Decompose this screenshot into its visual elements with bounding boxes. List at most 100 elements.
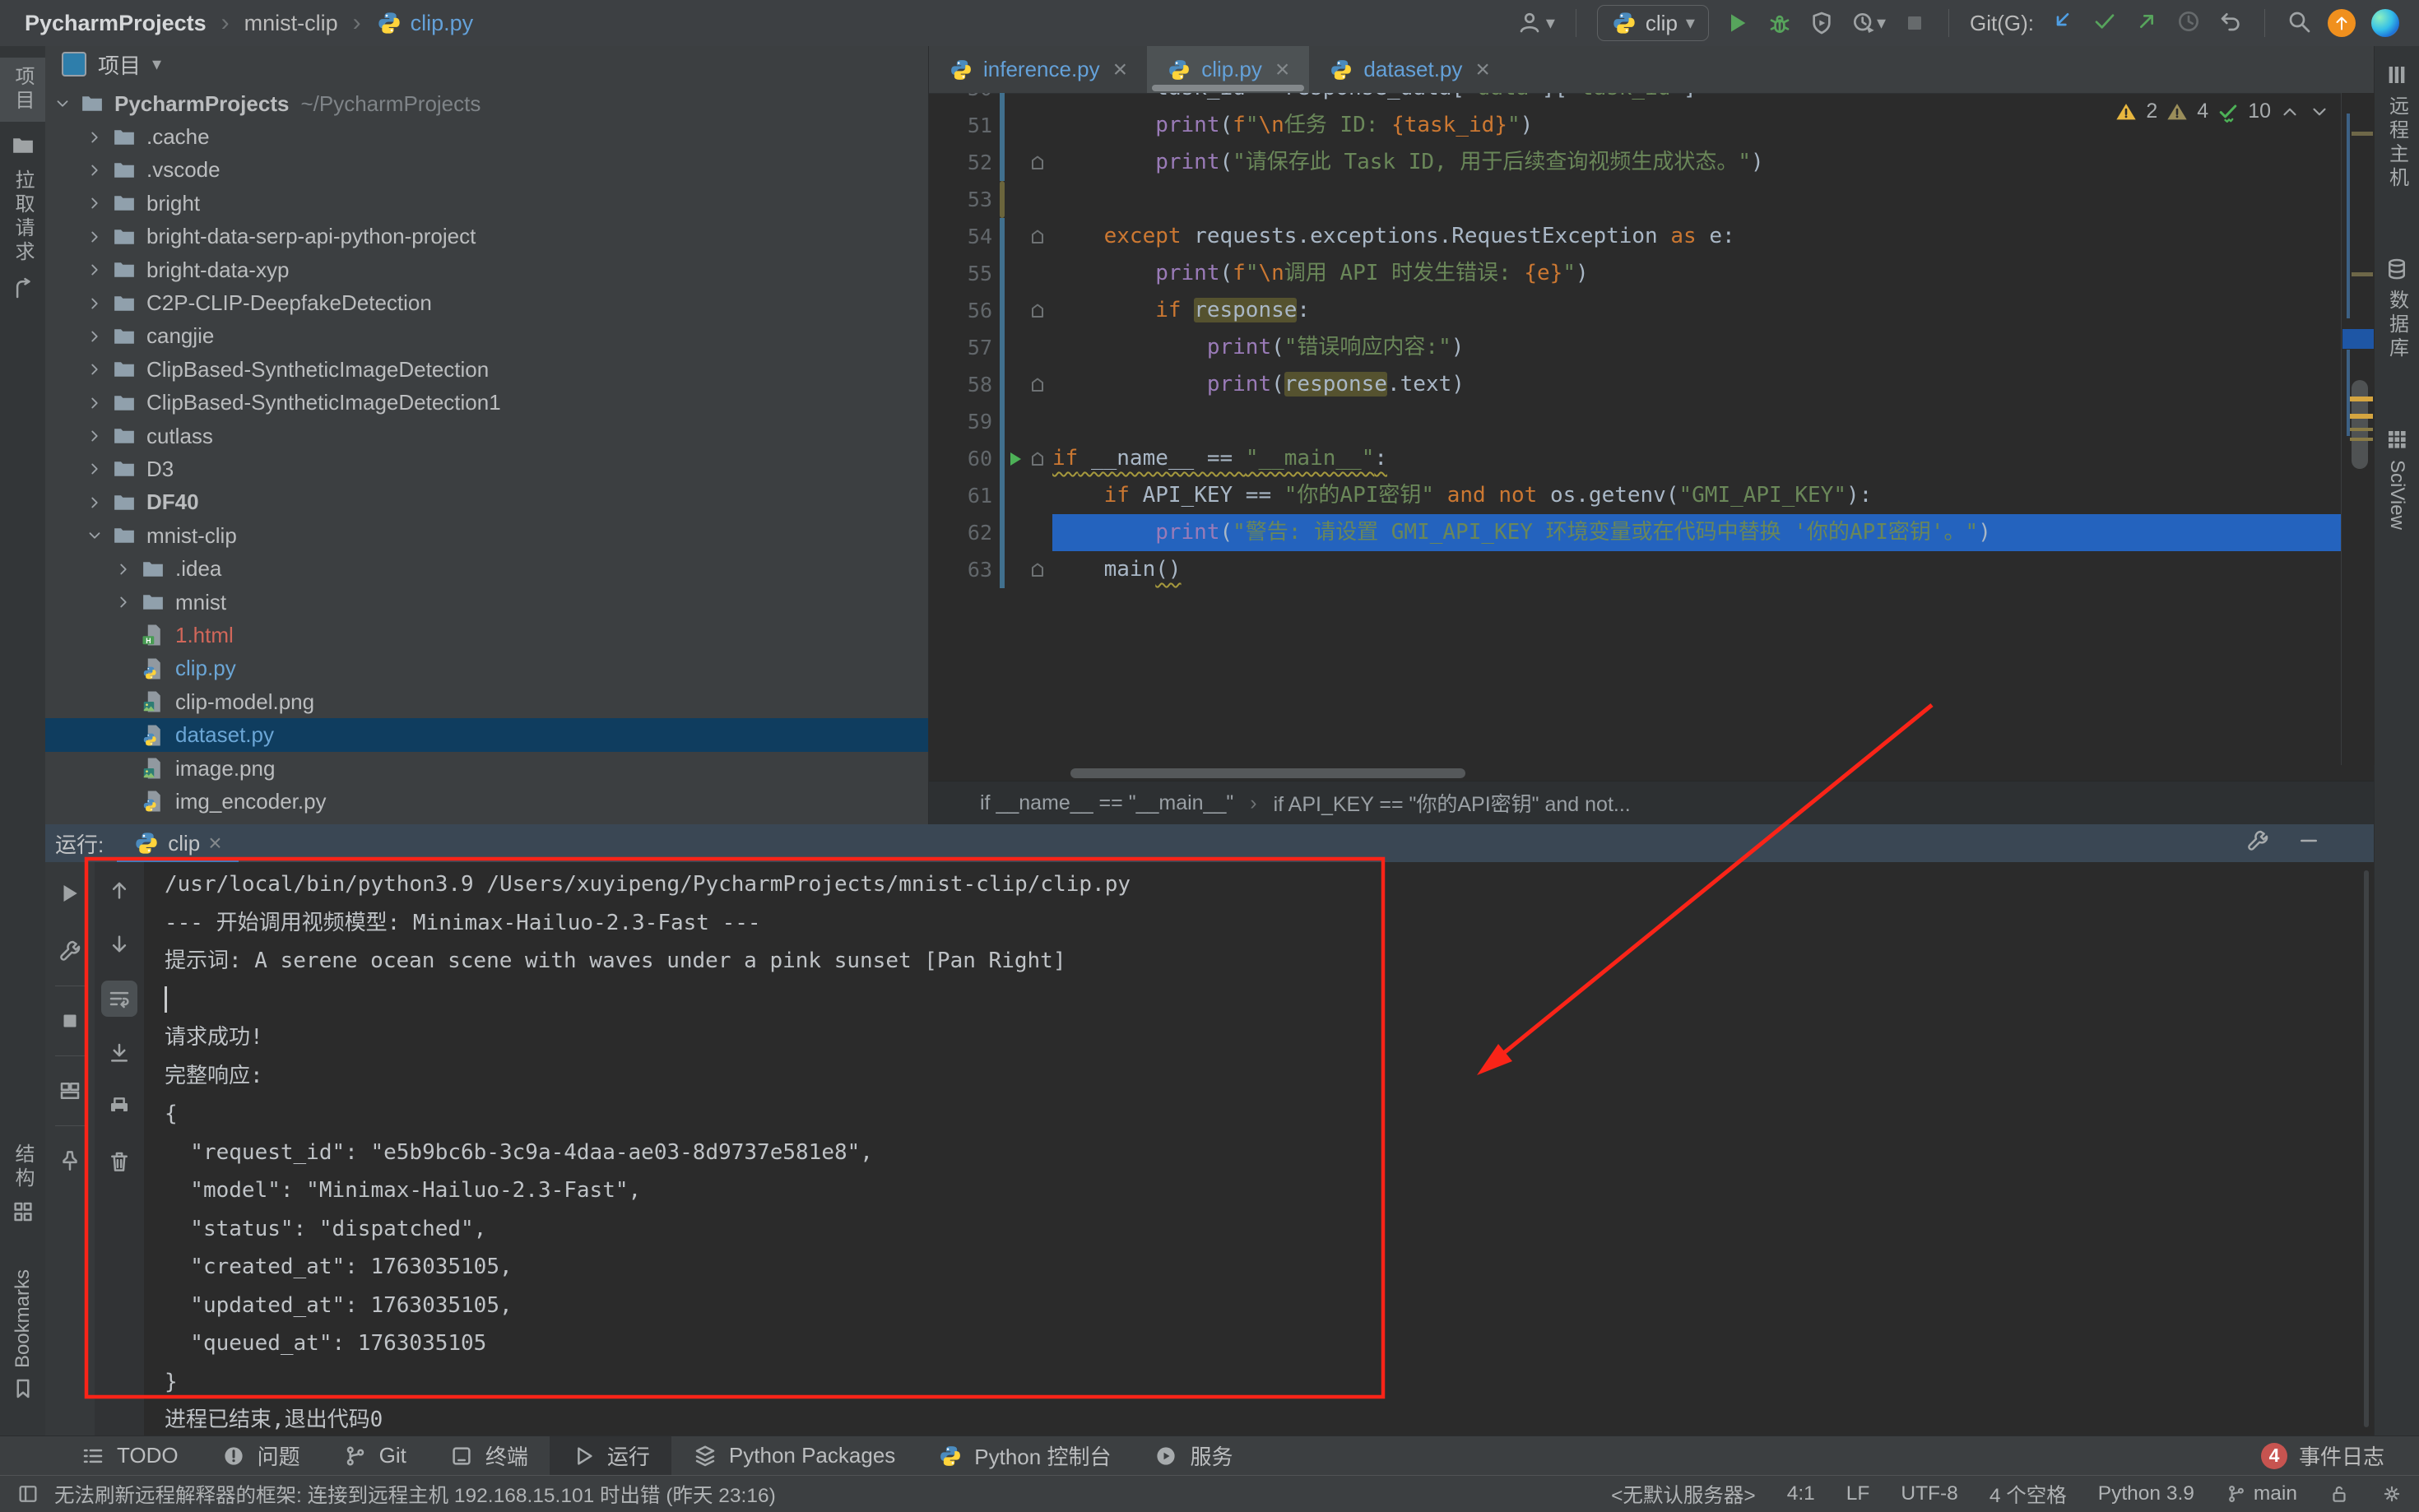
event-log-button[interactable]: 4 事件日志	[2261, 1436, 2419, 1475]
status-item-main[interactable]: main	[2226, 1482, 2297, 1505]
update-available-button[interactable]	[2328, 9, 2356, 37]
tree-chevron[interactable]	[111, 593, 136, 611]
tree-chevron[interactable]	[50, 95, 75, 113]
tab-clip.py[interactable]: clip.py×	[1147, 46, 1309, 93]
status-item-4:1[interactable]: 4:1	[1787, 1482, 1815, 1505]
sidebar-item-拉取请求[interactable]: 拉取请求	[8, 169, 37, 265]
tree-chevron[interactable]	[82, 295, 107, 313]
profiler-button[interactable]: ▾	[1850, 10, 1886, 36]
tree-item[interactable]: clip-model.png	[45, 685, 928, 718]
tree-item[interactable]: D3	[45, 452, 928, 485]
print-button[interactable]	[101, 1089, 137, 1125]
tree-item[interactable]: H1.html	[45, 619, 928, 652]
run-tab[interactable]: clip ×	[125, 824, 230, 862]
code-area[interactable]: 2410 50task_id = response_data["data"]["…	[929, 93, 2375, 765]
tree-item[interactable]: PycharmProjects~/PycharmProjects	[45, 87, 928, 120]
inspection-widget[interactable]: 2410	[2115, 100, 2330, 123]
sidebar-item-结构[interactable]: 结构	[8, 1143, 37, 1224]
minimize-button[interactable]	[2296, 828, 2321, 859]
sidebar-item-远程主机[interactable]: 远程主机	[2383, 63, 2412, 191]
down-button[interactable]	[101, 926, 137, 962]
tree-chevron[interactable]	[111, 560, 136, 578]
toolwindow-button-Python Packages[interactable]: Python Packages	[671, 1436, 917, 1475]
sidebar-item[interactable]	[11, 133, 35, 158]
tree-chevron[interactable]	[82, 394, 107, 412]
fold-marker-icon[interactable]	[1028, 227, 1047, 247]
update-project-button[interactable]	[2050, 8, 2076, 39]
tree-chevron[interactable]	[82, 327, 107, 346]
stop-button[interactable]	[52, 1003, 88, 1039]
run-line-icon[interactable]	[1005, 449, 1025, 469]
sidebar-item-SciView[interactable]: SciView	[2384, 427, 2409, 530]
tree-chevron[interactable]	[82, 460, 107, 478]
editor-scroll-marker-column[interactable]	[2341, 93, 2375, 765]
tree-item[interactable]: .vscode	[45, 154, 928, 187]
fold-marker-icon[interactable]	[1028, 153, 1047, 173]
tab-inference.py[interactable]: inference.py×	[929, 46, 1147, 93]
tree-item[interactable]: cangjie	[45, 320, 928, 353]
toolwindow-button-服务[interactable]: 服务	[1132, 1436, 1254, 1475]
rollback-button[interactable]	[2217, 8, 2244, 39]
status-item-Python 3.9[interactable]: Python 3.9	[2098, 1482, 2194, 1505]
status-item[interactable]	[2381, 1483, 2403, 1505]
run-console[interactable]: /usr/local/bin/python3.9 /Users/xuyipeng…	[144, 862, 2374, 1435]
tree-item[interactable]: mnist-clip	[45, 519, 928, 552]
tree-item[interactable]: ClipBased-SyntheticImageDetection1	[45, 387, 928, 420]
scroll-end-button[interactable]	[101, 1035, 137, 1071]
status-item[interactable]	[2328, 1483, 2350, 1505]
horizontal-scrollbar[interactable]	[929, 765, 2342, 782]
close-icon[interactable]: ×	[1275, 56, 1290, 84]
tree-item[interactable]: cutlass	[45, 420, 928, 452]
close-icon[interactable]: ×	[1475, 56, 1490, 84]
fold-marker-icon[interactable]	[1028, 301, 1047, 321]
tree-item[interactable]: ClipBased-SyntheticImageDetection	[45, 353, 928, 386]
tree-chevron[interactable]	[82, 427, 107, 445]
toolwindow-button-问题[interactable]: 问题	[200, 1436, 322, 1475]
tree-item[interactable]: image.png	[45, 752, 928, 785]
softwrap-button[interactable]	[101, 981, 137, 1017]
close-icon[interactable]: ×	[1113, 56, 1128, 84]
status-item-LF[interactable]: LF	[1846, 1482, 1870, 1505]
tree-chevron[interactable]	[82, 360, 107, 378]
breadcrumb-item[interactable]: if __name__ == "__main__"	[980, 791, 1233, 815]
up-button[interactable]	[101, 872, 137, 908]
push-button[interactable]	[2133, 8, 2160, 39]
tree-chevron[interactable]	[82, 161, 107, 179]
user-button[interactable]: ▾	[1516, 10, 1555, 36]
scrollbar-thumb[interactable]	[2352, 380, 2368, 469]
search-everywhere-button[interactable]	[2286, 8, 2312, 39]
toolwindow-button-终端[interactable]: 终端	[428, 1436, 550, 1475]
tree-item[interactable]: C2P-CLIP-DeepfakeDetection	[45, 286, 928, 319]
run-with-coverage-button[interactable]	[1808, 10, 1835, 36]
tree-chevron[interactable]	[82, 526, 107, 545]
tree-chevron[interactable]	[82, 494, 107, 512]
project-panel-header[interactable]: 项目 ▾	[45, 46, 928, 82]
sidebar-item[interactable]	[11, 276, 35, 301]
fold-marker-icon[interactable]	[1028, 560, 1047, 580]
sidebar-item-Bookmarks[interactable]: Bookmarks	[11, 1269, 35, 1401]
ai-assistant-button[interactable]	[2371, 9, 2399, 37]
tree-item[interactable]: .cache	[45, 120, 928, 153]
run-configuration-selector[interactable]: clip▾	[1597, 5, 1709, 41]
editor-breadcrumbs[interactable]: if __name__ == "__main__" › if API_KEY =…	[929, 781, 2375, 824]
trash-button[interactable]	[101, 1143, 137, 1180]
tab-dataset.py[interactable]: dataset.py×	[1309, 46, 1510, 93]
breadcrumb-item[interactable]: mnist-clip	[244, 11, 338, 36]
sidebar-item-项目[interactable]: 项目	[0, 58, 45, 122]
tree-item[interactable]: img_encoder.py	[45, 785, 928, 818]
commit-button[interactable]	[2092, 8, 2118, 39]
status-message-area[interactable]: 无法刷新远程解释器的框架: 连接到远程主机 192.168.15.101 时出错…	[16, 1480, 776, 1509]
settings-button[interactable]	[52, 933, 88, 969]
scrollbar-thumb[interactable]	[1070, 768, 1465, 778]
sidebar-item-数据库[interactable]: 数据库	[2383, 257, 2412, 361]
run-button[interactable]	[1725, 10, 1751, 36]
breadcrumb-item[interactable]: if API_KEY == "你的API密钥" and not...	[1274, 788, 1631, 818]
tree-item[interactable]: mnist	[45, 586, 928, 619]
fold-marker-icon[interactable]	[1028, 375, 1047, 395]
toolwindow-button-Git[interactable]: Git	[322, 1436, 428, 1475]
close-icon[interactable]: ×	[208, 830, 221, 856]
tree-item[interactable]: bright-data-serp-api-python-project	[45, 220, 928, 253]
restore-layout-button[interactable]	[52, 1073, 88, 1109]
toolwindow-button-运行[interactable]: 运行	[550, 1436, 671, 1475]
tree-chevron[interactable]	[82, 228, 107, 246]
